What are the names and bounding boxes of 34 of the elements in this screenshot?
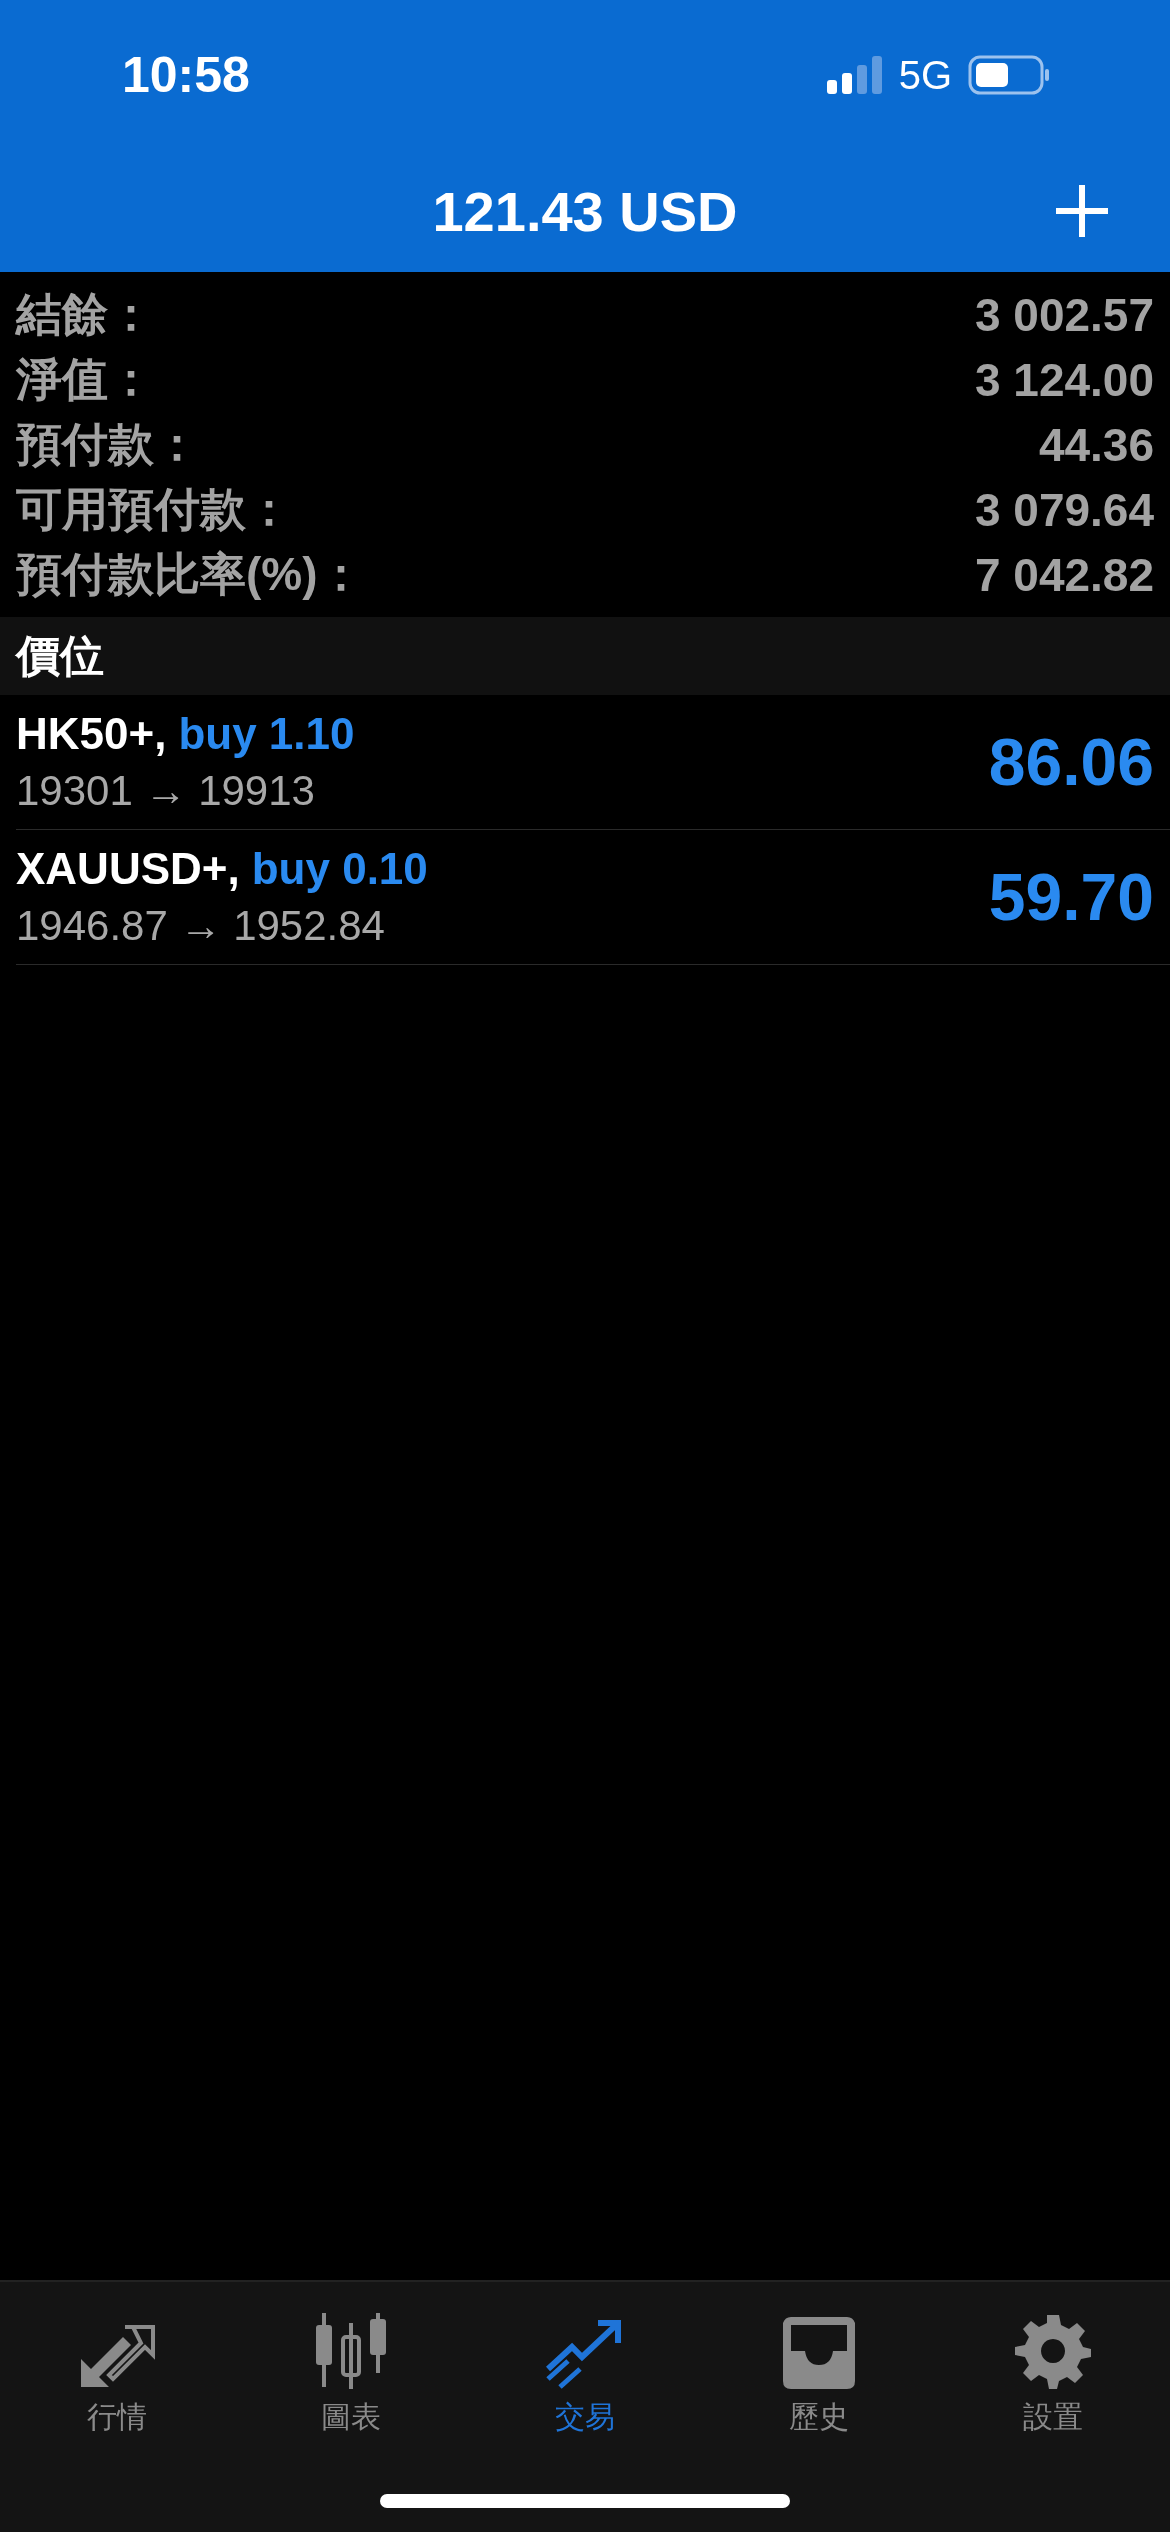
position-prices: 19301 → 19913 [16, 767, 316, 815]
battery-icon [968, 55, 1050, 95]
inbox-icon [781, 2317, 857, 2389]
position-profit: 86.06 [988, 724, 1154, 800]
tab-item[interactable]: 行情 [0, 2300, 234, 2438]
trend-arrow-icon [546, 2319, 624, 2389]
account-label: 預付款比率(%)： [16, 546, 364, 602]
account-value: 3 124.00 [974, 352, 1154, 407]
network-label: 5G [898, 52, 952, 98]
account-value: 7 042.82 [974, 547, 1154, 602]
position-symbol: HK50+, [16, 709, 167, 759]
balance-title: 121.43 USD [432, 178, 738, 244]
signal-icon [826, 56, 883, 94]
position-prices: 1946.87 → 1952.84 [16, 902, 386, 950]
position-order: buy 1.10 [178, 709, 355, 759]
add-icon[interactable] [1054, 183, 1110, 239]
account-label: 結餘： [16, 286, 154, 342]
settings-icon [1015, 2313, 1091, 2389]
account-value: 44.36 [1038, 417, 1154, 472]
section-title: 價位 [16, 629, 104, 682]
tab-item[interactable]: 交易 [468, 2300, 702, 2438]
tab-item[interactable]: 設置 [936, 2300, 1170, 2438]
account-value: 3 002.57 [974, 287, 1154, 342]
tab-item[interactable]: 歷史 [702, 2300, 936, 2438]
account-label: 預付款： [16, 416, 200, 472]
account-label: 可用預付款： [16, 481, 292, 537]
tab-item[interactable]: 圖表 [234, 2300, 468, 2438]
position-symbol: XAUUSD+, [16, 844, 240, 894]
account-label: 淨值： [16, 351, 154, 407]
status-time: 10:58 [122, 46, 250, 104]
account-value: 3 079.64 [974, 482, 1154, 537]
position-order: buy 0.10 [251, 844, 428, 894]
position-profit: 59.70 [988, 859, 1154, 935]
double-arrow-icon [79, 2323, 155, 2389]
